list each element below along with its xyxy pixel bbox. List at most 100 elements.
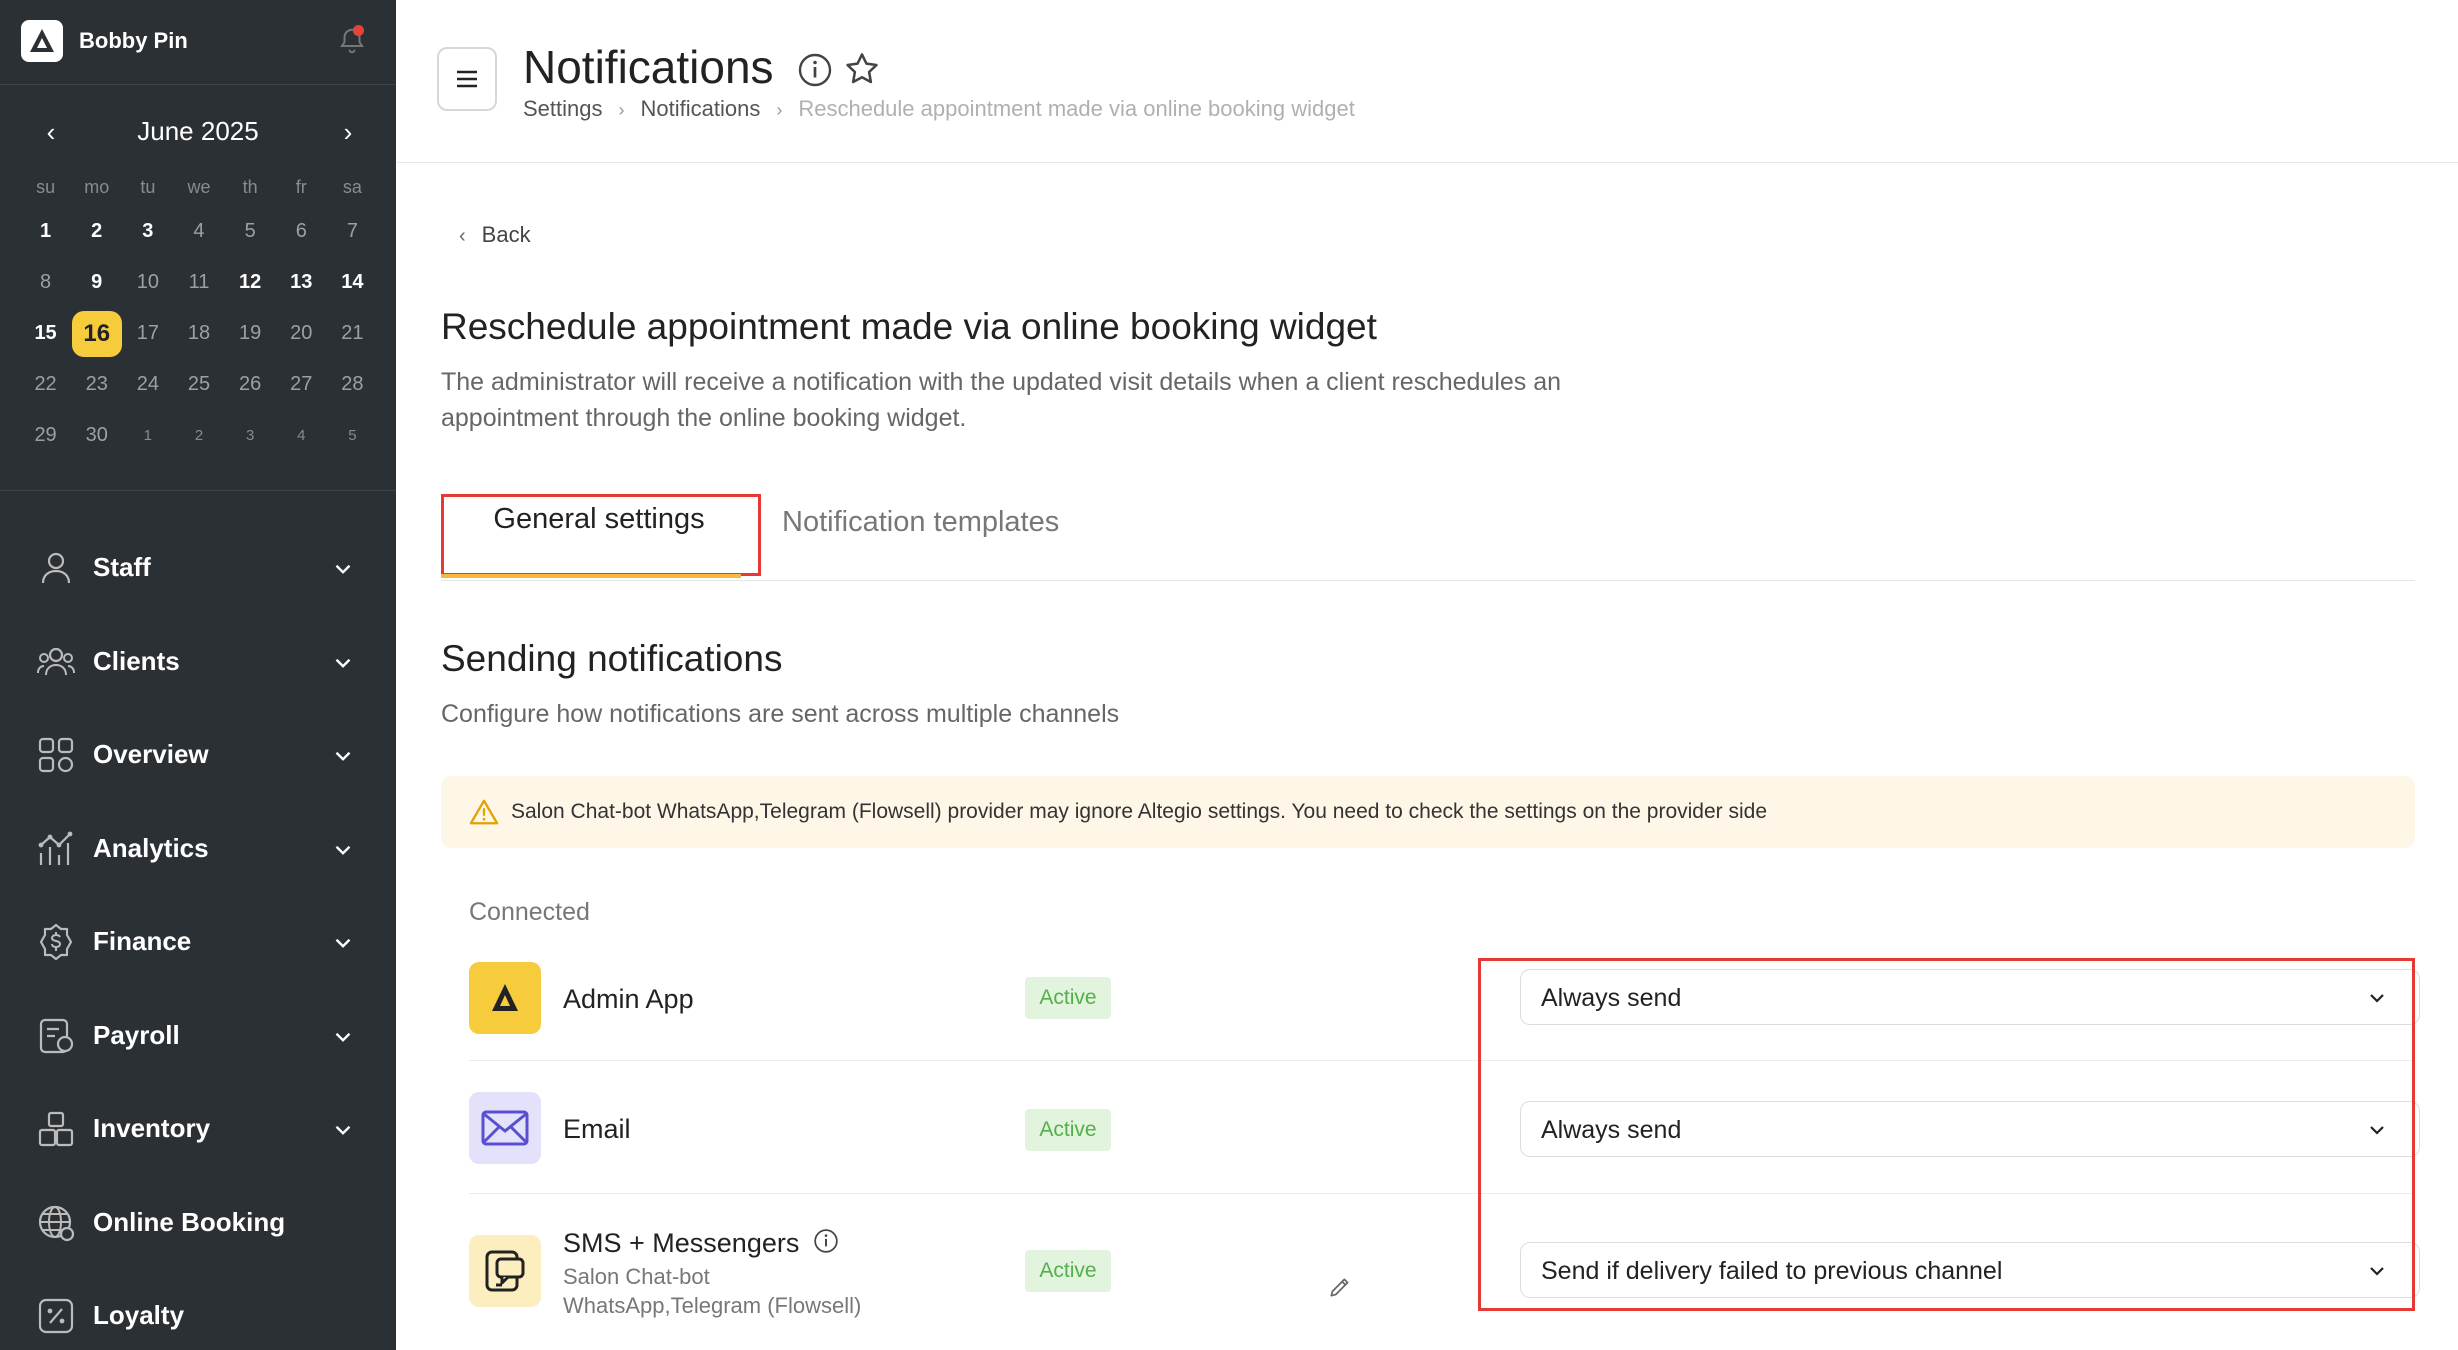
calendar-day-number: 13: [290, 271, 313, 293]
send-mode-select[interactable]: Send if delivery failed to previous chan…: [1520, 1242, 2420, 1298]
warning-banner: Salon Chat-bot WhatsApp,Telegram (Flowse…: [441, 776, 2415, 848]
channel-name: Email: [563, 1114, 631, 1144]
calendar-week: 1 2 3 4 5 6 7: [20, 206, 378, 257]
calendar-day[interactable]: 5: [225, 220, 276, 243]
calendar-day[interactable]: 2: [173, 427, 224, 444]
next-month-button[interactable]: ›: [333, 118, 363, 148]
weekday-label: sa: [342, 176, 362, 197]
payroll-icon: [39, 1018, 74, 1053]
tab-general-settings[interactable]: General settings: [441, 494, 761, 576]
calendar-day[interactable]: 3: [122, 220, 173, 243]
calendar-grid: su mo tu we th fr sa 1 2 3 4 5 6 7 8 9 10 11 12 13 14 15 16 17 1…: [20, 168, 378, 461]
sidebar-item-finance[interactable]: Finance: [0, 892, 396, 986]
calendar-day[interactable]: 17: [122, 322, 173, 345]
sidebar-item-staff[interactable]: Staff: [0, 518, 396, 612]
send-mode-select[interactable]: Always send: [1520, 1101, 2420, 1157]
sidebar-item-label: Analytics: [93, 832, 209, 863]
sidebar-item-payroll[interactable]: Payroll: [0, 986, 396, 1080]
calendar-day[interactable]: 22: [20, 373, 71, 396]
sidebar-item-inventory[interactable]: Inventory: [0, 1079, 396, 1173]
dollar-icon: [39, 923, 73, 961]
calendar-day[interactable]: 19: [225, 322, 276, 345]
weekday-label: fr: [295, 176, 307, 197]
status-badge: Active: [1025, 1109, 1111, 1151]
calendar-day[interactable]: 7: [327, 220, 378, 243]
calendar-weekdays: su mo tu we th fr sa: [20, 168, 378, 206]
calendar-day-number: 26: [239, 373, 262, 395]
page-title: Notifications: [523, 41, 774, 93]
calendar-day[interactable]: 1: [122, 427, 173, 444]
sidebar-item-clients[interactable]: Clients: [0, 612, 396, 706]
sidebar-item-overview[interactable]: Overview: [0, 705, 396, 799]
provider-line-2: WhatsApp,Telegram (Flowsell): [563, 1293, 862, 1318]
sidebar-divider: [0, 490, 396, 491]
calendar-day-number: 6: [295, 220, 307, 242]
calendar-day[interactable]: 12: [225, 271, 276, 294]
calendar-day[interactable]: 15: [20, 322, 71, 345]
calendar-day-number: 22: [34, 373, 57, 395]
calendar-day-number: 24: [136, 373, 159, 395]
calendar-week: 22 23 24 25 26 27 28: [20, 359, 378, 410]
sidebar-item-loyalty[interactable]: Loyalty: [0, 1266, 396, 1350]
notification-dot: [353, 25, 364, 36]
calendar-day[interactable]: 20: [276, 322, 327, 345]
row-divider: [469, 1193, 2415, 1194]
calendar-day-number: 27: [290, 373, 313, 395]
calendar-day[interactable]: 3: [225, 427, 276, 444]
calendar-day-number: 19: [239, 322, 262, 344]
calendar-day[interactable]: 6: [276, 220, 327, 243]
calendar-day[interactable]: 2: [71, 220, 122, 243]
pencil-icon[interactable]: [1327, 1274, 1353, 1300]
calendar-day[interactable]: 23: [71, 373, 122, 396]
prev-month-button[interactable]: ‹: [36, 118, 66, 148]
calendar-day[interactable]: 4: [276, 427, 327, 444]
calendar-day[interactable]: 4: [173, 220, 224, 243]
calendar-day[interactable]: 1: [20, 220, 71, 243]
status-badge: Active: [1025, 1250, 1111, 1292]
calendar-day[interactable]: 11: [173, 271, 224, 294]
back-link[interactable]: ‹ Back: [459, 222, 531, 248]
app-logo[interactable]: [21, 20, 63, 62]
breadcrumb-settings[interactable]: Settings: [523, 96, 603, 121]
top-bar: Notifications Settings › Notifications › Res…: [397, 0, 2458, 163]
calendar-day[interactable]: 27: [276, 373, 327, 396]
calendar-day[interactable]: 9: [71, 271, 122, 294]
calendar-day[interactable]: 26: [225, 373, 276, 396]
calendar-day[interactable]: 13: [276, 271, 327, 294]
sidebar-item-analytics[interactable]: Analytics: [0, 799, 396, 893]
calendar-day-number: 10: [136, 271, 159, 293]
people-icon: [37, 647, 75, 675]
section-title: Sending notifications: [441, 638, 783, 679]
calendar-day[interactable]: 28: [327, 373, 378, 396]
sidebar-item-online-booking[interactable]: Online Booking: [0, 1173, 396, 1267]
channel-name: SMS + Messengers: [563, 1228, 839, 1259]
calendar-day-today[interactable]: 16: [71, 310, 122, 357]
calendar-day[interactable]: 21: [327, 322, 378, 345]
calendar-day[interactable]: 8: [20, 271, 71, 294]
send-mode-select[interactable]: Always send: [1520, 969, 2420, 1025]
back-label: Back: [481, 222, 531, 247]
menu-button[interactable]: [437, 47, 497, 111]
boxes-icon: [38, 1111, 74, 1147]
info-icon[interactable]: [813, 1228, 839, 1254]
calendar-day[interactable]: 24: [122, 373, 173, 396]
info-icon[interactable]: [797, 52, 833, 88]
breadcrumb-notifications[interactable]: Notifications: [641, 96, 761, 121]
star-icon[interactable]: [843, 50, 881, 88]
sidebar-item-label: Clients: [93, 645, 180, 676]
channel-row-admin-app: Admin App Active Always send: [469, 962, 2420, 1036]
percent-icon: [38, 1298, 74, 1334]
user-name[interactable]: Bobby Pin: [79, 28, 188, 54]
calendar-day[interactable]: 18: [173, 322, 224, 345]
calendar-month-title: June 2025: [137, 116, 259, 146]
tab-notification-templates[interactable]: Notification templates: [782, 506, 1059, 539]
calendar-day[interactable]: 5: [327, 427, 378, 444]
calendar-day[interactable]: 14: [327, 271, 378, 294]
calendar-day[interactable]: 25: [173, 373, 224, 396]
notification-description: The administrator will receive a notific…: [441, 368, 1562, 432]
calendar-day[interactable]: 30: [71, 424, 122, 447]
calendar-day[interactable]: 10: [122, 271, 173, 294]
calendar-day-number: 5: [244, 220, 256, 242]
channel-row-email: Email Active Always send: [469, 1092, 2420, 1166]
calendar-day[interactable]: 29: [20, 424, 71, 447]
